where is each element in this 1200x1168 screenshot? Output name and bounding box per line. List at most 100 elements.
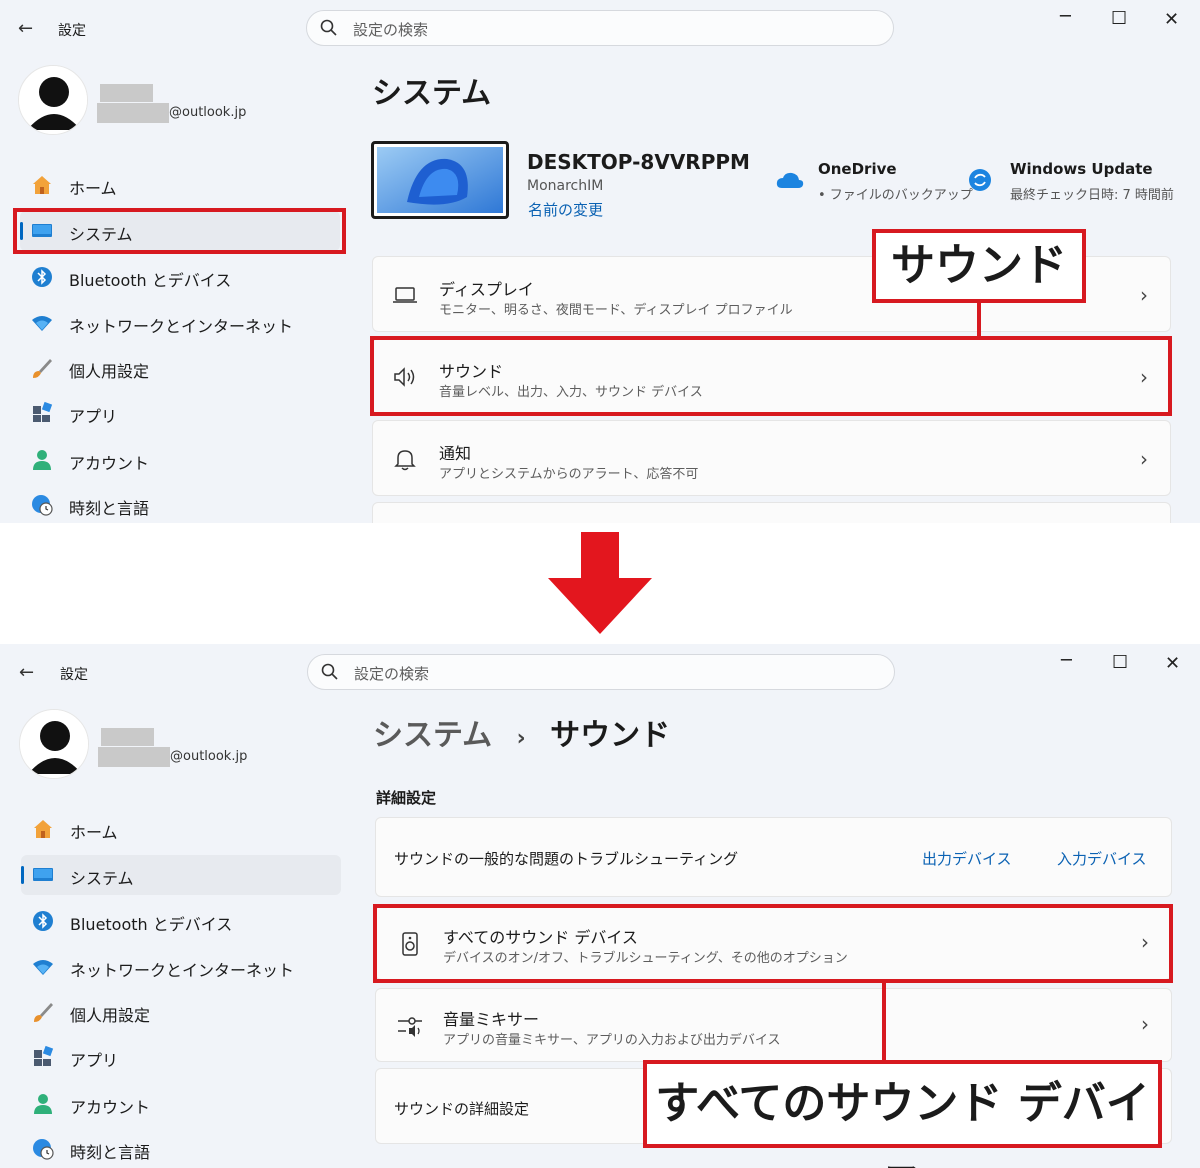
onedrive-title[interactable]: OneDrive (818, 160, 897, 178)
callout-connector (977, 300, 981, 338)
wifi-icon (33, 960, 53, 975)
search-box[interactable]: 設定の検索 (307, 654, 895, 690)
device-model: MonarchIM (527, 178, 604, 194)
sidebar-item-label: システム (70, 869, 134, 888)
breadcrumb: システム › サウンド (373, 710, 670, 754)
sidebar-item-personalization[interactable]: 個人用設定 (20, 348, 340, 388)
breadcrumb-parent[interactable]: システム (373, 718, 492, 753)
card-notifications[interactable]: 通知 アプリとシステムからのアラート、応答不可 › (372, 420, 1171, 496)
redacted-name (101, 728, 154, 746)
account-icon (34, 1094, 52, 1114)
redacted-email (98, 747, 170, 767)
sidebar-item-label: Bluetooth とデバイス (70, 915, 233, 934)
app-title: 設定 (58, 23, 86, 39)
card-title: ディスプレイ (439, 280, 534, 299)
windows-update-status: 最終チェック日時: 7 時間前 (1010, 188, 1174, 203)
breadcrumb-separator-icon: › (516, 726, 526, 751)
sidebar-item-home[interactable]: ホーム (20, 165, 340, 205)
onedrive-status: • ファイルのバックアップ (818, 188, 973, 203)
avatar (18, 65, 88, 135)
section-header: 詳細設定 (376, 789, 437, 807)
home-icon (34, 820, 52, 838)
sidebar-item-network[interactable]: ネットワークとインターネット (20, 303, 340, 343)
sidebar-item-time-language[interactable]: 時刻と言語 (21, 1129, 341, 1168)
sidebar-item-label: Bluetooth とデバイス (69, 271, 232, 290)
output-device-link[interactable]: 出力デバイス (922, 848, 1012, 869)
card-title: 通知 (439, 444, 472, 463)
redacted-email (97, 103, 169, 123)
sidebar-item-label: アプリ (70, 1051, 119, 1070)
card-volume-mixer[interactable]: 音量ミキサー アプリの音量ミキサー、アプリの入力および出力デバイス › (375, 988, 1172, 1062)
close-button[interactable]: ✕ (1165, 653, 1180, 674)
callout-connector (882, 982, 886, 1062)
sidebar-item-label: 個人用設定 (69, 362, 150, 381)
search-icon (321, 663, 338, 680)
back-arrow-icon[interactable]: ← (19, 662, 34, 683)
account-icon (33, 450, 51, 470)
volume-mixer-icon (398, 1017, 422, 1037)
minimize-button[interactable]: ─ (1061, 650, 1072, 671)
search-placeholder: 設定の検索 (354, 665, 430, 683)
search-box[interactable]: 設定の検索 (306, 10, 894, 46)
rename-link[interactable]: 名前の変更 (528, 199, 603, 220)
globe-clock-icon (33, 1139, 54, 1160)
user-silhouette-icon (20, 710, 88, 778)
sidebar-item-label: ホーム (69, 179, 117, 198)
globe-clock-icon (32, 495, 53, 516)
card-subtitle: モニター、明るさ、夜間モード、ディスプレイ プロファイル (439, 303, 793, 318)
apps-icon (34, 1045, 54, 1066)
page-title: システム (372, 76, 492, 111)
breadcrumb-current: サウンド (550, 718, 671, 753)
sidebar-item-personalization[interactable]: 個人用設定 (21, 992, 341, 1032)
bell-icon (394, 450, 416, 471)
chevron-right-icon: › (1140, 283, 1148, 307)
sidebar-item-accounts[interactable]: アカウント (20, 440, 340, 480)
windows-update-title[interactable]: Windows Update (1010, 160, 1153, 178)
device-name: DESKTOP-8VVRPPM (527, 150, 750, 174)
redacted-name (100, 84, 153, 102)
sidebar-item-accounts[interactable]: アカウント (21, 1084, 341, 1124)
sidebar-item-home[interactable]: ホーム (21, 809, 341, 849)
close-button[interactable]: ✕ (1164, 9, 1179, 30)
back-arrow-icon[interactable]: ← (18, 18, 33, 39)
sidebar-item-label: 個人用設定 (70, 1006, 151, 1025)
sidebar-item-bluetooth[interactable]: Bluetooth とデバイス (21, 901, 341, 941)
sidebar-item-label: アカウント (69, 454, 150, 473)
input-device-link[interactable]: 入力デバイス (1057, 848, 1147, 869)
wifi-icon (32, 316, 52, 331)
card-partial[interactable] (372, 502, 1171, 523)
callout-sound: サウンド (872, 229, 1086, 303)
brush-icon (34, 1003, 53, 1022)
system-icon (33, 868, 53, 881)
maximize-button[interactable]: ☐ (1111, 8, 1127, 29)
search-icon (320, 19, 337, 36)
app-title: 設定 (60, 667, 88, 683)
sidebar-item-apps[interactable]: アプリ (20, 393, 340, 433)
sidebar-item-time-language[interactable]: 時刻と言語 (20, 485, 340, 523)
sidebar-item-label: 時刻と言語 (70, 1143, 151, 1162)
device-thumbnail (371, 141, 509, 219)
bluetooth-icon (32, 267, 52, 287)
sidebar-item-bluetooth[interactable]: Bluetooth とデバイス (20, 257, 340, 297)
sidebar-item-network[interactable]: ネットワークとインターネット (21, 947, 341, 987)
sidebar-item-apps[interactable]: アプリ (21, 1037, 341, 1077)
sidebar-item-system[interactable]: システム (21, 855, 341, 895)
sidebar-item-label: 時刻と言語 (69, 499, 150, 518)
card-troubleshoot: サウンドの一般的な問題のトラブルシューティング 出力デバイス 入力デバイス (375, 817, 1172, 897)
apps-icon (33, 401, 53, 422)
troubleshoot-label: サウンドの一般的な問題のトラブルシューティング (394, 850, 739, 868)
settings-window-system: ← 設定 設定の検索 ─ ☐ ✕ @outlook.jp ホーム システム Bl… (0, 0, 1200, 523)
search-placeholder: 設定の検索 (353, 21, 429, 39)
sidebar-item-label: アカウント (70, 1098, 151, 1117)
sidebar-item-label: アプリ (69, 407, 118, 426)
callout-all-sound-devices: すべてのサウンド デバイス (643, 1060, 1162, 1168)
account-email: @outlook.jp (170, 749, 248, 764)
avatar (19, 709, 89, 779)
minimize-button[interactable]: ─ (1060, 6, 1071, 27)
account-email: @outlook.jp (169, 105, 247, 120)
maximize-button[interactable]: ☐ (1112, 652, 1128, 673)
sidebar-item-label: ネットワークとインターネット (70, 961, 295, 980)
settings-window-sound: ← 設定 設定の検索 ─ ☐ ✕ @outlook.jp ホーム システム Bl… (0, 644, 1200, 1168)
sidebar-item-label: ホーム (70, 823, 118, 842)
brush-icon (33, 359, 52, 378)
